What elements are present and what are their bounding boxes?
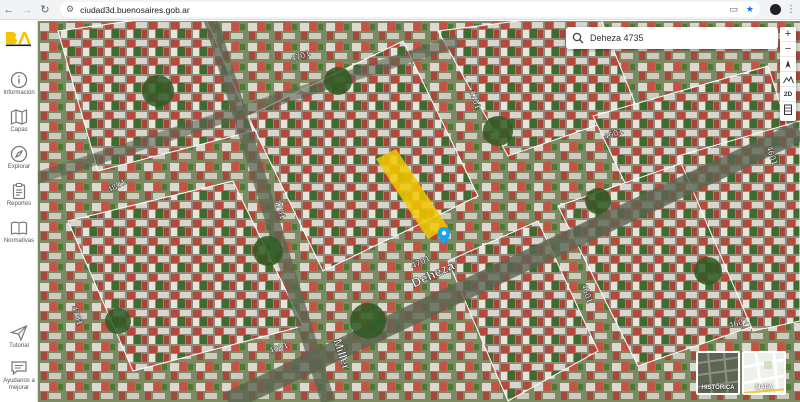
address-bar[interactable]: ⚙ ciudad3d.buenosaires.gob.ar ▭ ★ xyxy=(60,2,760,17)
url-text: ciudad3d.buenosaires.gob.ar xyxy=(80,4,190,15)
map-controls: + − 2D xyxy=(780,27,796,121)
basemap-label: HISTÓRICA xyxy=(701,385,735,391)
sidebar-item-label: Capas xyxy=(10,127,28,133)
browser-menu-icon[interactable]: ⋮ xyxy=(785,4,797,15)
arrow-left-icon[interactable]: ← xyxy=(0,0,18,20)
zoom-in-button[interactable]: + xyxy=(780,27,796,42)
search-icon xyxy=(572,32,584,44)
zoom-out-button[interactable]: − xyxy=(780,42,796,57)
sidebar: Información Capas Explorar Reportes Norm… xyxy=(0,21,38,402)
info-icon xyxy=(10,71,28,89)
sidebar-item-label: Reportes xyxy=(6,201,32,207)
profile-avatar[interactable] xyxy=(770,4,781,15)
compass-north-icon xyxy=(785,60,791,68)
building-3d-button[interactable] xyxy=(780,102,796,117)
sidebar-item-capas[interactable]: Capas xyxy=(0,108,38,134)
view-2d-button[interactable]: 2D xyxy=(780,87,796,102)
site-settings-icon[interactable]: ⚙ xyxy=(66,4,74,15)
sidebar-item-feedback[interactable]: Ayudanos a mejorar xyxy=(0,359,38,392)
building-icon xyxy=(784,104,792,115)
satellite-map[interactable]: Deheza Miller 4701 4701 4701 4701 4701 4… xyxy=(38,21,800,402)
address-search[interactable]: Deheza 4735 xyxy=(566,27,778,49)
terrain-button[interactable] xyxy=(780,72,796,87)
clipboard-icon xyxy=(12,182,26,200)
compass-icon xyxy=(10,145,28,163)
north-arrow-button[interactable] xyxy=(780,57,796,72)
reload-icon[interactable]: ↻ xyxy=(36,0,54,20)
sidebar-item-label: Ayudanos a mejorar xyxy=(3,378,35,391)
book-icon xyxy=(10,221,28,235)
search-input-value[interactable]: Deheza 4735 xyxy=(590,33,644,43)
sidebar-item-label: Información xyxy=(3,90,35,96)
cast-icon[interactable]: ▭ xyxy=(729,4,738,15)
paper-plane-icon xyxy=(10,324,28,342)
sidebar-item-label: Explorar xyxy=(7,164,31,170)
sidebar-item-informacion[interactable]: Información xyxy=(0,71,38,97)
sidebar-item-label: Tutorial xyxy=(9,343,29,349)
sidebar-item-normativas[interactable]: Normativas xyxy=(0,219,38,245)
basemap-historica-button[interactable]: HISTÓRICA xyxy=(696,351,740,395)
terrain-icon xyxy=(782,75,794,83)
map-viewport[interactable]: Deheza Miller 4701 4701 4701 4701 4701 4… xyxy=(38,21,800,402)
map-layers-icon xyxy=(10,109,28,125)
sidebar-item-reportes[interactable]: Reportes xyxy=(0,182,38,208)
browser-toolbar: ← → ↻ ⚙ ciudad3d.buenosaires.gob.ar ▭ ★ … xyxy=(0,0,800,20)
ba-logo[interactable] xyxy=(4,29,34,47)
arrow-right-icon[interactable]: → xyxy=(18,0,36,20)
sidebar-item-label: Normativas xyxy=(3,238,35,244)
bookmark-star-icon[interactable]: ★ xyxy=(746,4,754,15)
basemap-mapa-button[interactable]: MAPA xyxy=(742,351,786,395)
feedback-icon xyxy=(11,361,27,376)
basemap-label: MAPA xyxy=(755,385,773,391)
sidebar-item-explorar[interactable]: Explorar xyxy=(0,145,38,171)
sidebar-item-tutorial[interactable]: Tutorial xyxy=(0,324,38,350)
